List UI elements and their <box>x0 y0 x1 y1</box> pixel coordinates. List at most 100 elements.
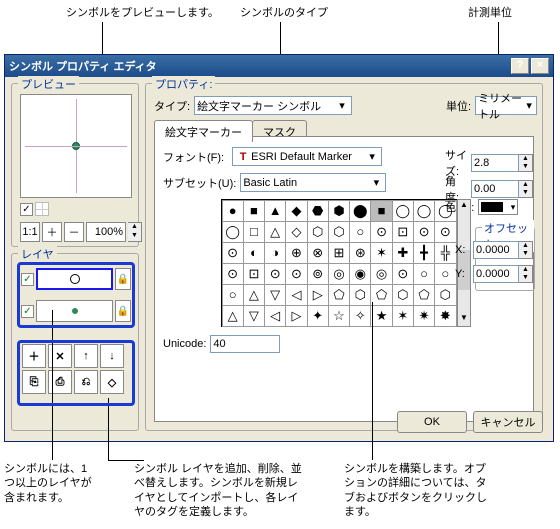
cancel-button[interactable]: キャンセル <box>473 411 543 433</box>
glyph-cell[interactable]: ○ <box>413 263 435 285</box>
glyph-cell[interactable]: ▽ <box>243 305 265 327</box>
glyph-cell[interactable]: ◁ <box>285 284 307 306</box>
scroll-down-icon[interactable]: ▼ <box>460 313 468 326</box>
unicode-field[interactable] <box>210 335 280 353</box>
glyph-cell[interactable]: ⬡ <box>307 221 329 243</box>
offset-y-spinner[interactable]: ▲▼ <box>519 265 533 283</box>
glyph-cell[interactable]: △ <box>264 221 286 243</box>
glyph-cell[interactable]: □ <box>243 221 265 243</box>
layer-row-2[interactable]: ✓ 🔒 <box>21 298 131 324</box>
offset-x-field[interactable] <box>473 241 519 259</box>
glyph-grid[interactable]: ●■▲◆⬣⬢⬤■◯◯◯◯□△◇⬡⬡○⊙⊡⊙⊙⊙◐◑⊕⊗⊞⊛✶✚╋╬⊙⊡⊙⊙⊚◎◉… <box>221 199 457 327</box>
glyph-cell[interactable]: ⊙ <box>370 221 392 243</box>
glyph-cell[interactable]: ◁ <box>264 305 286 327</box>
preview-grid-checkbox[interactable]: ✓ <box>20 203 33 216</box>
glyph-cell[interactable]: ▷ <box>307 284 329 306</box>
glyph-cell[interactable]: ✦ <box>307 305 329 327</box>
type-select[interactable]: 絵文字マーカー シンボル ▾ <box>194 96 352 115</box>
angle-input[interactable]: ▲▼ <box>471 180 533 198</box>
layer-lock-2[interactable]: 🔒 <box>115 300 131 322</box>
glyph-cell[interactable]: ○ <box>434 263 456 285</box>
close-button[interactable]: × <box>531 58 549 74</box>
glyph-cell[interactable]: ✸ <box>434 305 456 327</box>
layer-down-button[interactable]: ↓ <box>100 344 124 368</box>
zoom-in-button[interactable]: ＋ <box>42 222 62 242</box>
glyph-cell[interactable]: △ <box>243 284 265 306</box>
glyph-cell[interactable]: ⬣ <box>307 200 329 222</box>
glyph-cell[interactable]: ⬤ <box>349 200 371 222</box>
glyph-cell[interactable]: ╬ <box>434 242 456 264</box>
glyph-cell[interactable]: ◐ <box>243 242 265 264</box>
glyph-cell[interactable]: ⬡ <box>434 284 456 306</box>
glyph-cell[interactable]: ▷ <box>285 305 307 327</box>
glyph-cell[interactable]: ◯ <box>413 200 435 222</box>
layer-swatch-2[interactable] <box>36 300 113 322</box>
zoom-spinner[interactable]: ▲▼ <box>128 222 142 242</box>
scroll-up-icon[interactable]: ▲ <box>460 200 468 213</box>
zoom-value[interactable]: 100% <box>86 222 126 242</box>
glyph-cell[interactable]: ◑ <box>264 242 286 264</box>
glyph-cell[interactable]: ⊙ <box>392 263 414 285</box>
glyph-cell[interactable]: ○ <box>349 221 371 243</box>
layer-row-1[interactable]: ✓ 🔒 <box>21 266 131 292</box>
glyph-cell[interactable]: ☆ <box>328 305 350 327</box>
layer-up-button[interactable]: ↑ <box>74 344 98 368</box>
angle-field[interactable] <box>471 180 519 198</box>
glyph-cell[interactable]: △ <box>222 305 244 327</box>
glyph-cell[interactable]: ◉ <box>349 263 371 285</box>
layer-swatch-1[interactable] <box>36 268 113 290</box>
glyph-cell[interactable]: ⬡ <box>349 284 371 306</box>
angle-spinner[interactable]: ▲▼ <box>519 180 533 198</box>
glyph-cell[interactable]: ◯ <box>222 221 244 243</box>
glyph-cell[interactable]: ✷ <box>413 305 435 327</box>
glyph-cell[interactable]: ⊛ <box>349 242 371 264</box>
layer-tag-button[interactable]: ◇ <box>100 370 124 394</box>
glyph-cell[interactable]: ◇ <box>285 221 307 243</box>
layer-lock-1[interactable]: 🔒 <box>115 268 131 290</box>
glyph-cell[interactable]: ■ <box>370 200 392 222</box>
size-spinner[interactable]: ▲▼ <box>519 154 533 172</box>
subset-select[interactable]: Basic Latin ▾ <box>240 173 386 192</box>
glyph-cell[interactable]: ✶ <box>392 305 414 327</box>
layer-add-button[interactable]: ＋ <box>22 344 46 368</box>
layer-visible-checkbox[interactable]: ✓ <box>21 273 34 286</box>
layer-visible-checkbox[interactable]: ✓ <box>21 305 34 318</box>
offset-x-input[interactable]: ▲▼ <box>473 241 533 259</box>
glyph-cell[interactable]: ◎ <box>370 263 392 285</box>
zoom-actual-button[interactable]: 1:1 <box>20 222 40 242</box>
help-button[interactable]: ? <box>511 58 529 74</box>
layer-import-button[interactable]: ⎌ <box>74 370 98 394</box>
glyph-cell[interactable]: ★ <box>370 305 392 327</box>
glyph-cell[interactable]: ▽ <box>264 284 286 306</box>
glyph-cell[interactable]: ⊞ <box>328 242 350 264</box>
ok-button[interactable]: OK <box>397 411 467 433</box>
size-field[interactable] <box>471 154 519 172</box>
glyph-cell[interactable]: ⊗ <box>307 242 329 264</box>
glyph-cell[interactable]: ✧ <box>349 305 371 327</box>
glyph-cell[interactable]: ⬡ <box>392 284 414 306</box>
glyph-cell[interactable]: ◯ <box>434 200 456 222</box>
size-input[interactable]: ▲▼ <box>471 154 533 172</box>
glyph-cell[interactable]: ✚ <box>392 242 414 264</box>
glyph-cell[interactable]: ⊙ <box>434 221 456 243</box>
glyph-cell[interactable]: ◆ <box>285 200 307 222</box>
zoom-out-button[interactable]: － <box>64 222 84 242</box>
titlebar[interactable]: シンボル プロパティ エディタ ? × <box>5 55 553 77</box>
glyph-cell[interactable]: ⬢ <box>328 200 350 222</box>
glyph-cell[interactable]: ╋ <box>413 242 435 264</box>
tab-character-marker[interactable]: 絵文字マーカー <box>154 120 253 142</box>
glyph-cell[interactable]: ⬠ <box>413 284 435 306</box>
glyph-cell[interactable]: ● <box>222 200 244 222</box>
glyph-cell[interactable]: ⊙ <box>222 242 244 264</box>
glyph-cell[interactable]: ⊙ <box>264 263 286 285</box>
glyph-cell[interactable]: ⊡ <box>392 221 414 243</box>
offset-x-spinner[interactable]: ▲▼ <box>519 241 533 259</box>
glyph-cell[interactable]: ⬡ <box>328 221 350 243</box>
layer-copy-button[interactable]: ⎘ <box>22 370 46 394</box>
units-select[interactable]: ミリメートル ▾ <box>475 96 537 115</box>
glyph-cell[interactable]: ✶ <box>370 242 392 264</box>
color-button[interactable]: ▾ <box>478 199 518 215</box>
font-select[interactable]: T ESRI Default Marker ▾ <box>232 147 382 166</box>
glyph-cell[interactable]: ◯ <box>392 200 414 222</box>
glyph-cell[interactable]: ⊚ <box>307 263 329 285</box>
